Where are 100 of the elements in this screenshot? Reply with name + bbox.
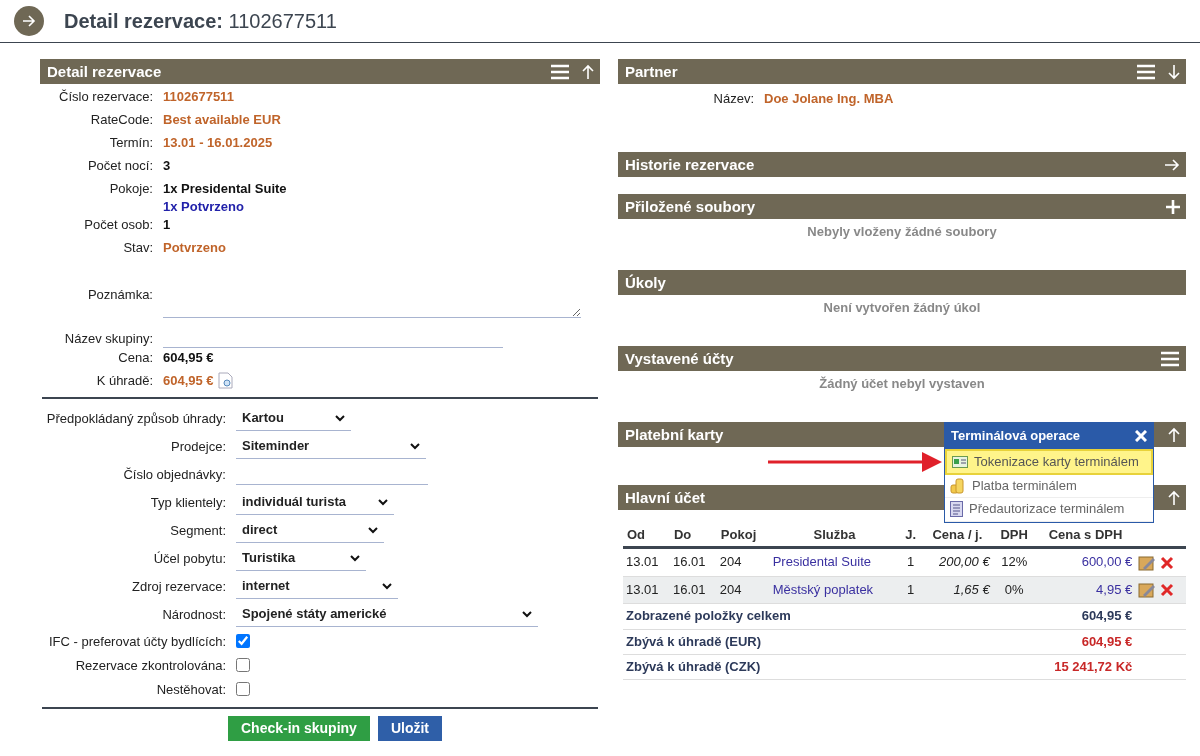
field-label: Stav: bbox=[122, 239, 154, 258]
caret-icon bbox=[335, 414, 345, 422]
table-cell: 16.01 bbox=[669, 547, 717, 577]
table-cell: 1,65 € bbox=[922, 576, 993, 604]
service-link[interactable]: Presidental Suite bbox=[769, 547, 900, 577]
checkbox[interactable] bbox=[236, 681, 250, 696]
field-label: Zdroj rezervace: bbox=[131, 577, 227, 596]
panel-title: Přiložené soubory bbox=[625, 197, 756, 217]
field-label: Číslo objednávky: bbox=[122, 465, 227, 484]
column-header: DPH bbox=[992, 524, 1036, 548]
arrow-up-icon[interactable] bbox=[1168, 489, 1180, 506]
menu-icon[interactable] bbox=[550, 63, 570, 80]
total-label: Zobrazené položky celkem bbox=[623, 603, 923, 629]
field-label: Počet nocí: bbox=[86, 157, 154, 175]
close-icon[interactable] bbox=[1135, 430, 1147, 442]
panel-title: Platební karty bbox=[625, 425, 724, 445]
checkbox[interactable] bbox=[236, 657, 250, 672]
menu-item[interactable]: Předautorizace terminálem bbox=[945, 498, 1153, 522]
empty-message: Žádný účet nebyl vystaven bbox=[818, 375, 986, 393]
dropdown[interactable]: individuál turista bbox=[236, 490, 394, 515]
column-header: Služba bbox=[769, 524, 900, 548]
panel-title: Detail rezervace bbox=[47, 62, 162, 82]
card-icon bbox=[952, 456, 968, 469]
dropdown[interactable]: Spojené státy americké bbox=[236, 602, 538, 627]
document-preview-icon[interactable] bbox=[217, 372, 233, 390]
total-value: 15 241,72 Kč bbox=[922, 654, 1136, 680]
caret-icon bbox=[410, 442, 420, 450]
popup-title: Terminálová operace bbox=[951, 426, 1081, 445]
delete-icon[interactable] bbox=[1159, 583, 1174, 598]
caret-icon bbox=[522, 610, 532, 618]
plus-icon[interactable] bbox=[1166, 199, 1180, 214]
field-value: Potvrzeno bbox=[163, 239, 226, 258]
panel-title: Hlavní účet bbox=[625, 488, 706, 508]
field-label: Název skupiny: bbox=[63, 329, 154, 348]
column-header: Cena / j. bbox=[922, 524, 993, 548]
arrow-up-icon[interactable] bbox=[1168, 426, 1180, 443]
dropdown[interactable]: Turistika bbox=[236, 546, 366, 571]
field-label: Segment: bbox=[169, 521, 227, 540]
column-header: Pokoj bbox=[716, 524, 770, 548]
caret-icon bbox=[378, 498, 388, 506]
menu-item[interactable]: Platba terminálem bbox=[945, 475, 1153, 499]
field-label: Předpokládaný způsob úhrady: bbox=[45, 409, 227, 428]
dropdown[interactable]: direct bbox=[236, 518, 384, 543]
navigate-button[interactable] bbox=[14, 6, 44, 36]
field-label: Typ klientely: bbox=[149, 493, 227, 512]
dropdown[interactable]: Siteminder bbox=[236, 434, 426, 459]
field-label: Termín: bbox=[108, 134, 154, 152]
panel-title: Partner bbox=[625, 62, 678, 82]
field-value: 1x Presidental Suite bbox=[163, 180, 287, 198]
total-label: Zbývá k úhradě (CZK) bbox=[623, 654, 923, 680]
table-cell: 204 bbox=[716, 547, 770, 577]
panel-title: Vystavené účty bbox=[625, 349, 734, 369]
field-value: Best available EUR bbox=[163, 111, 281, 129]
field-label: Cena: bbox=[117, 348, 154, 367]
table-cell: 1 bbox=[899, 547, 923, 577]
field-value: 1102677511 bbox=[163, 88, 234, 106]
caret-icon bbox=[350, 554, 360, 562]
panel-title: Historie rezervace bbox=[625, 155, 755, 175]
arrow-right-icon[interactable] bbox=[1164, 158, 1180, 171]
field-value: 1x Potvrzeno bbox=[163, 198, 245, 217]
menu-icon[interactable] bbox=[1136, 63, 1156, 80]
document-icon bbox=[950, 501, 963, 518]
coins-icon bbox=[950, 478, 966, 495]
arrow-right-icon bbox=[22, 15, 36, 27]
dropdown[interactable]: internet bbox=[236, 574, 398, 599]
service-link[interactable]: Městský poplatek bbox=[769, 576, 900, 604]
edit-icon[interactable] bbox=[1138, 553, 1157, 572]
save-button[interactable]: Uložit bbox=[377, 715, 442, 742]
empty-message: Není vytvořen žádný úkol bbox=[822, 299, 982, 317]
total-label: Zbývá k úhradě (EUR) bbox=[623, 629, 923, 655]
table-cell: 4,95 € bbox=[1035, 576, 1136, 604]
field-value: 604,95 € bbox=[163, 348, 214, 367]
field-label: Prodejce: bbox=[170, 437, 227, 456]
field-value: 13.01 - 16.01.2025 bbox=[163, 134, 273, 152]
field-value: Doe Jolane Ing. MBA bbox=[764, 90, 894, 108]
checkbox[interactable] bbox=[236, 633, 250, 648]
table-cell: 13.01 bbox=[623, 547, 670, 577]
edit-icon[interactable] bbox=[1138, 581, 1157, 600]
arrow-down-icon[interactable] bbox=[1168, 63, 1180, 80]
field-label: Pokoje: bbox=[108, 180, 154, 198]
field-label: IFC - preferovat účty bydlících: bbox=[48, 632, 227, 651]
total-value: 604,95 € bbox=[922, 629, 1136, 655]
menu-icon[interactable] bbox=[1160, 350, 1180, 367]
table-cell: 200,00 € bbox=[922, 547, 993, 577]
field-value: 3 bbox=[163, 157, 171, 175]
field-label: Počet osob: bbox=[83, 216, 154, 235]
field-value: 604,95 € bbox=[163, 371, 214, 390]
field-label: Národnost: bbox=[161, 605, 227, 624]
field-label: K úhradě: bbox=[95, 371, 154, 390]
field-label: Název: bbox=[712, 90, 755, 108]
delete-icon[interactable] bbox=[1159, 555, 1174, 570]
field-label: Rezervace zkontrolována: bbox=[74, 656, 227, 675]
caret-icon bbox=[368, 526, 378, 534]
table-cell: 13.01 bbox=[623, 576, 670, 604]
field-label: Nestěhovat: bbox=[155, 680, 227, 699]
dropdown[interactable]: Kartou bbox=[236, 406, 351, 431]
field-label: RateCode: bbox=[89, 111, 154, 129]
menu-item[interactable]: Tokenizace karty terminálem bbox=[945, 449, 1153, 476]
arrow-up-icon[interactable] bbox=[582, 63, 594, 80]
caret-icon bbox=[382, 582, 392, 590]
